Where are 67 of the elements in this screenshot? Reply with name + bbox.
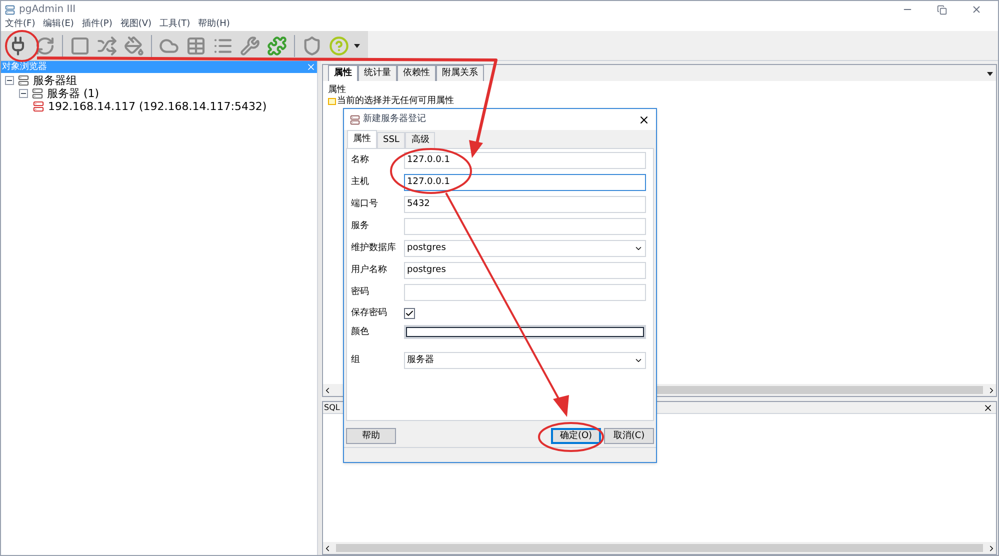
menu-item[interactable]: 帮助(H) [198, 20, 230, 29]
window-title: pgAdmin III [19, 3, 76, 17]
close-button[interactable] [638, 114, 650, 126]
dialog-title: 新建服务器登记 [363, 115, 426, 124]
puzzle-icon[interactable] [265, 34, 289, 58]
close-icon[interactable] [983, 402, 993, 412]
input-field[interactable] [404, 284, 646, 301]
tab[interactable]: 属性 [347, 130, 377, 148]
scroll-left-icon[interactable] [323, 386, 332, 394]
tree-item[interactable]: 192.168.14.117 (192.168.14.117:5432) [48, 101, 267, 112]
color-field[interactable] [404, 325, 646, 339]
section-heading: 属性 [328, 86, 347, 95]
input-field[interactable]: postgres [404, 262, 646, 279]
input-field[interactable]: 127.0.0.1 [404, 152, 646, 169]
tab[interactable]: 高级 [405, 132, 436, 148]
tab[interactable]: 属性 [328, 65, 358, 81]
tab[interactable]: 附属关系 [436, 65, 484, 81]
collapse-icon[interactable] [5, 76, 14, 85]
scroll-right-icon[interactable] [987, 386, 996, 394]
horizontal-scrollbar[interactable] [323, 542, 996, 554]
field-label: 端口号 [351, 200, 379, 209]
input-field[interactable]: 127.0.0.1 [404, 174, 646, 191]
dialog-icon [350, 114, 360, 124]
cancel-button[interactable]: 取消(C) [604, 428, 654, 444]
menu-item[interactable]: 视图(V) [120, 20, 152, 29]
tree-item[interactable]: 服务器 (1) [47, 88, 100, 99]
app-icon [5, 4, 15, 14]
field-label: 保存密码 [351, 308, 388, 318]
input-field[interactable]: 5432 [404, 196, 646, 213]
field-label: 主机 [351, 178, 370, 187]
server-group-icon [18, 75, 29, 86]
scroll-right-icon[interactable] [987, 544, 996, 552]
checkbox[interactable] [404, 308, 415, 318]
tab[interactable]: 统计量 [358, 65, 397, 81]
info-icon [328, 98, 336, 105]
dropdown-field[interactable]: postgres [404, 240, 646, 257]
chevron-down-icon[interactable] [634, 356, 643, 365]
help-button[interactable]: 帮助 [346, 428, 396, 444]
annotation-circle [5, 30, 39, 62]
collapse-icon[interactable] [19, 89, 28, 98]
field-label: 密码 [351, 288, 370, 297]
field-label: 组 [351, 356, 361, 365]
menu-item[interactable]: 插件(P) [82, 20, 112, 29]
panel-title: 对象浏览器 [2, 62, 47, 72]
input-field[interactable] [404, 218, 646, 235]
ok-button[interactable]: 确定(O) [551, 428, 601, 444]
dropdown-arrow-icon[interactable] [987, 72, 993, 76]
field-label: 颜色 [351, 328, 370, 336]
field-label: 维护数据库 [351, 244, 397, 253]
scroll-left-icon[interactable] [323, 544, 332, 552]
field-label: 用户名称 [351, 266, 388, 275]
tab[interactable]: SSL [377, 132, 406, 148]
field-label: 名称 [351, 156, 370, 165]
dropdown-field[interactable]: 服务器 [404, 352, 646, 369]
annotation-circle [538, 422, 604, 452]
info-message: 当前的选择并无任何可用属性 [337, 97, 454, 106]
chevron-down-icon[interactable] [634, 244, 643, 253]
field-label: 服务 [351, 222, 370, 231]
menu-item[interactable]: 工具(T) [160, 20, 190, 29]
restore-icon[interactable] [937, 4, 947, 14]
tab[interactable]: 依赖性 [397, 65, 436, 81]
panel-title: SQL [324, 404, 340, 412]
dropdown-arrow-icon[interactable] [354, 44, 360, 48]
server-group-icon [32, 88, 43, 99]
menu-item[interactable]: 编辑(E) [43, 20, 74, 29]
menu-item[interactable]: 文件(F) [5, 20, 36, 29]
tree-item[interactable]: 服务器组 [33, 75, 77, 86]
